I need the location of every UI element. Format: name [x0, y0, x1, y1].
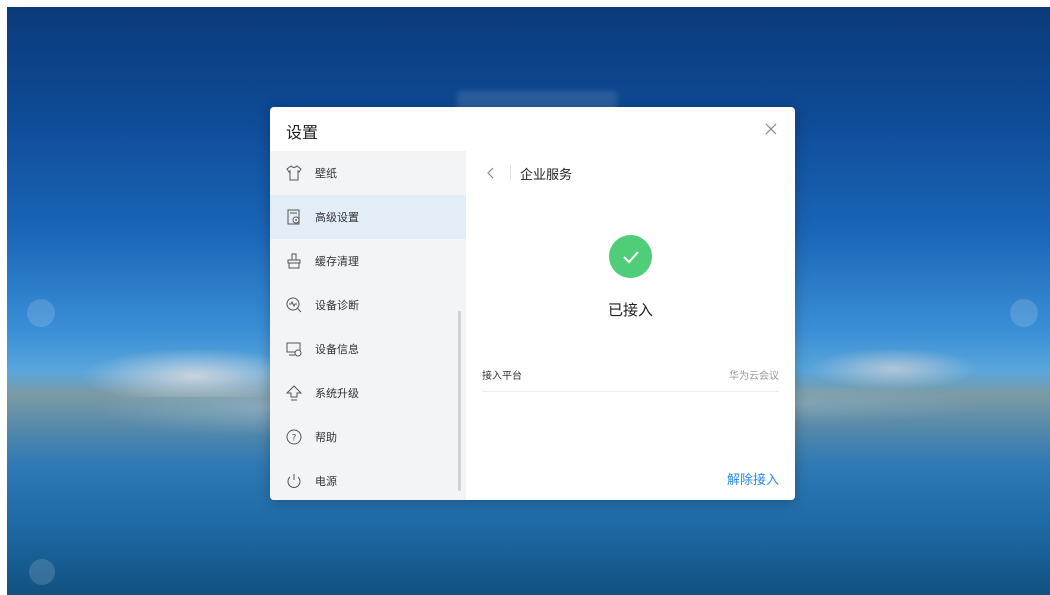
sidebar-item-label: 高级设置: [315, 211, 359, 224]
power-icon: [284, 471, 304, 491]
svg-text:?: ?: [292, 434, 297, 444]
advanced-settings-icon: [284, 207, 304, 227]
platform-row: 接入平台 华为云会议: [482, 361, 779, 392]
settings-dialog: 设置 壁纸 高级设置 缓存清理 设备诊断 设备信息 系统升级 ? 帮助 电源 企…: [270, 107, 795, 500]
platform-label: 接入平台: [482, 371, 522, 382]
sidebar-item-label: 系统升级: [315, 387, 359, 400]
dialog-title: 设置: [286, 123, 319, 142]
sidebar-item-label: 设备信息: [315, 343, 359, 356]
chevron-left-icon: [487, 167, 494, 179]
shirt-icon: [284, 163, 304, 183]
platform-value: 华为云会议: [729, 371, 779, 382]
sidebar-item-cache-clean[interactable]: 缓存清理: [270, 239, 466, 283]
sidebar-scrollbar[interactable]: [458, 311, 461, 491]
close-icon: [765, 123, 777, 135]
sidebar-item-wallpaper[interactable]: 壁纸: [270, 151, 466, 195]
home-icon[interactable]: [29, 559, 55, 585]
dialog-header: 设置: [270, 107, 795, 151]
device-info-icon: [284, 339, 304, 359]
clean-brush-icon: [284, 251, 304, 271]
diagnosis-icon: [284, 295, 304, 315]
sidebar-item-label: 帮助: [315, 431, 337, 444]
settings-sidebar: 壁纸 高级设置 缓存清理 设备诊断 设备信息 系统升级 ? 帮助 电源: [270, 151, 466, 500]
help-icon: ?: [284, 427, 304, 447]
connection-status: 已接入: [607, 301, 653, 319]
sidebar-item-advanced-settings[interactable]: 高级设置: [270, 195, 466, 239]
panel-title: 企业服务: [520, 168, 573, 183]
sidebar-item-device-diagnosis[interactable]: 设备诊断: [270, 283, 466, 327]
close-button[interactable]: [761, 119, 781, 139]
previous-arrow-icon[interactable]: [27, 299, 55, 327]
sidebar-item-system-upgrade[interactable]: 系统升级: [270, 371, 466, 415]
sidebar-item-label: 设备诊断: [315, 299, 359, 312]
sidebar-item-label: 缓存清理: [315, 255, 359, 268]
upgrade-arrow-icon: [284, 383, 304, 403]
back-button[interactable]: [484, 165, 498, 181]
enterprise-service-panel: 企业服务 已接入 接入平台 华为云会议 解除接入: [466, 151, 795, 500]
sidebar-item-power[interactable]: 电源: [270, 459, 466, 500]
next-arrow-icon[interactable]: [1010, 299, 1038, 327]
disconnect-button[interactable]: 解除接入: [727, 469, 779, 488]
sidebar-item-label: 壁纸: [315, 167, 337, 180]
success-check-icon: [609, 235, 652, 278]
header-divider: [510, 165, 511, 181]
sidebar-item-label: 电源: [315, 475, 337, 488]
sidebar-item-device-info[interactable]: 设备信息: [270, 327, 466, 371]
sidebar-item-help[interactable]: ? 帮助: [270, 415, 466, 459]
